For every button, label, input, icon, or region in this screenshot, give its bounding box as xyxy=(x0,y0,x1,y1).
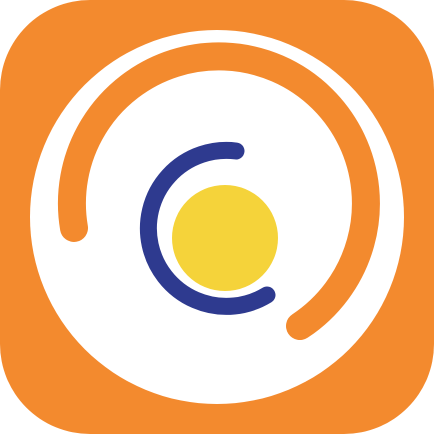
yellow-sun xyxy=(172,185,278,291)
app-icon xyxy=(0,0,434,434)
orbit-logo-icon xyxy=(0,0,434,434)
